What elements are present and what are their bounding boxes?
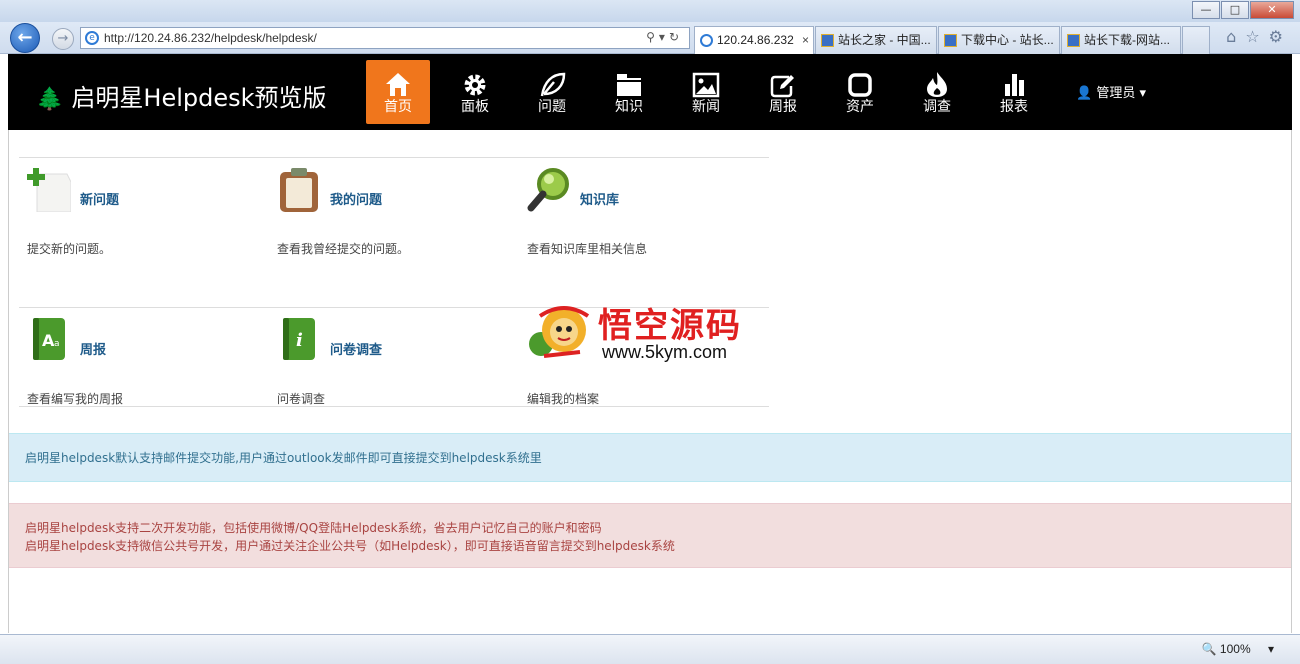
tile-title[interactable]: 新问题: [80, 189, 119, 208]
nav-label: 资产: [846, 99, 874, 115]
watermark-url: www.5kym.com: [602, 342, 728, 362]
nav-label: 知识: [615, 99, 643, 115]
forward-button[interactable]: →: [52, 28, 74, 50]
nav-label: 调查: [923, 99, 951, 115]
info-alert: 启明星helpdesk默认支持邮件提交功能,用户通过outlook发邮件即可直接…: [9, 433, 1291, 482]
tab-label: 站长之家 - 中国...: [838, 33, 931, 47]
tile-description: 查看编写我的周报: [27, 392, 124, 406]
tile-description: 编辑我的档案: [527, 392, 600, 406]
tab-label: 120.24.86.232: [717, 33, 794, 47]
zoom-control[interactable]: 🔍 100% ▾: [1202, 642, 1274, 656]
nav-label: 周报: [769, 99, 797, 115]
back-button[interactable]: ←: [10, 23, 40, 53]
tile-title[interactable]: 知识库: [580, 189, 619, 208]
zoom-icon: 🔍: [1201, 642, 1217, 656]
nav-dashboard[interactable]: 面板: [443, 60, 507, 124]
nav-assets[interactable]: 资产: [828, 60, 892, 124]
tab-favicon: [1067, 34, 1080, 47]
book-icon[interactable]: A a: [27, 316, 71, 362]
divider: [19, 406, 769, 407]
user-name: 管理员: [1096, 86, 1136, 101]
address-tools-icon[interactable]: ⚲▾↻: [646, 30, 683, 44]
nav-label: 新闻: [692, 99, 720, 115]
new-tab-button[interactable]: [1182, 26, 1210, 54]
nav-label: 首页: [384, 99, 412, 115]
app-navbar: 🌲 启明星Helpdesk预览版 首页 面板 问题 知识 新闻 周报 资产 调查 …: [8, 54, 1292, 130]
nav-issues[interactable]: 问题: [520, 60, 584, 124]
tab-close-icon[interactable]: ×: [802, 27, 809, 53]
app-brand[interactable]: 🌲 启明星Helpdesk预览版: [36, 78, 327, 113]
new-issue-icon[interactable]: [27, 166, 71, 212]
watermark-title: 悟空源码: [598, 306, 742, 346]
tab-label: 站长下载-网站...: [1084, 33, 1170, 47]
watermark-logo: 悟空源码 www.5kym.com: [530, 296, 770, 368]
clipboard-icon[interactable]: [277, 166, 321, 212]
nav-news[interactable]: 新闻: [674, 60, 738, 124]
nav-label: 报表: [1000, 99, 1028, 115]
magnifier-icon[interactable]: [527, 166, 571, 212]
chevron-down-icon: ▾: [1267, 642, 1274, 656]
address-bar[interactable]: e http://120.24.86.232/helpdesk/helpdesk…: [80, 27, 690, 49]
browser-tab[interactable]: 站长下载-网站...: [1061, 26, 1181, 54]
tile-title[interactable]: 我的问题: [330, 189, 382, 208]
nav-home[interactable]: 首页: [366, 60, 430, 124]
address-url[interactable]: http://120.24.86.232/helpdesk/helpdesk/: [104, 31, 317, 45]
maximize-button[interactable]: □: [1221, 1, 1249, 19]
browser-statusbar: 🔍 100% ▾: [0, 634, 1300, 664]
gear-icon[interactable]: ⚙: [1269, 27, 1292, 46]
tree-icon: 🌲: [36, 87, 64, 112]
tile-description: 查看知识库里相关信息: [527, 242, 648, 256]
nav-reports[interactable]: 报表: [982, 60, 1046, 124]
tab-favicon: [944, 34, 957, 47]
browser-toolbar: ← → e http://120.24.86.232/helpdesk/help…: [0, 22, 1300, 54]
svg-text:a: a: [54, 339, 60, 349]
danger-alert: 启明星helpdesk支持二次开发功能，包括使用微博/QQ登陆Helpdesk系…: [9, 503, 1291, 568]
window-titlebar: — □ ✕: [0, 0, 1300, 22]
tab-label: 下载中心 - 站长...: [961, 33, 1054, 47]
tile-title[interactable]: 问卷调查: [330, 339, 382, 358]
browser-tab-active[interactable]: 120.24.86.232 ×: [694, 26, 814, 54]
info-book-icon[interactable]: i: [277, 316, 321, 362]
close-button[interactable]: ✕: [1250, 1, 1294, 19]
brand-title: 启明星Helpdesk预览版: [71, 84, 327, 112]
browser-tab[interactable]: 站长之家 - 中国...: [815, 26, 937, 54]
caret-down-icon: ▾: [1139, 86, 1147, 101]
tab-favicon: [700, 34, 713, 47]
svg-text:i: i: [296, 330, 303, 351]
home-icon[interactable]: ⌂: [1226, 27, 1245, 46]
tile-title[interactable]: 周报: [80, 339, 106, 358]
danger-alert-line: 启明星helpdesk支持微信公共号开发，用户通过关注企业公共号（如Helpde…: [25, 539, 675, 553]
zoom-level: 100%: [1219, 642, 1251, 656]
browser-tools: ⌂☆⚙: [1226, 27, 1292, 46]
browser-tab[interactable]: 下载中心 - 站长...: [938, 26, 1060, 54]
main-content: 新问题 提交新的问题。 我的问题 查看我曾经提交的问题。 知识库 查看知识库里相…: [8, 130, 1292, 633]
nav-label: 问题: [538, 99, 566, 115]
tab-favicon: [821, 34, 834, 47]
nav-weekly[interactable]: 周报: [751, 60, 815, 124]
user-icon: 👤: [1076, 86, 1093, 101]
divider: [19, 157, 769, 158]
ie-page-icon: e: [85, 31, 99, 45]
danger-alert-line: 启明星helpdesk支持二次开发功能，包括使用微博/QQ登陆Helpdesk系…: [25, 521, 602, 535]
tile-description: 提交新的问题。: [27, 242, 112, 256]
tile-description: 问卷调查: [277, 392, 326, 406]
user-menu[interactable]: 👤 管理员 ▾: [1076, 82, 1146, 101]
nav-survey[interactable]: 调查: [905, 60, 969, 124]
minimize-button[interactable]: —: [1192, 1, 1220, 19]
tile-description: 查看我曾经提交的问题。: [277, 242, 410, 256]
nav-label: 面板: [461, 99, 489, 115]
star-icon[interactable]: ☆: [1245, 27, 1268, 46]
window-controls: — □ ✕: [1191, 1, 1294, 19]
nav-knowledge[interactable]: 知识: [597, 60, 661, 124]
